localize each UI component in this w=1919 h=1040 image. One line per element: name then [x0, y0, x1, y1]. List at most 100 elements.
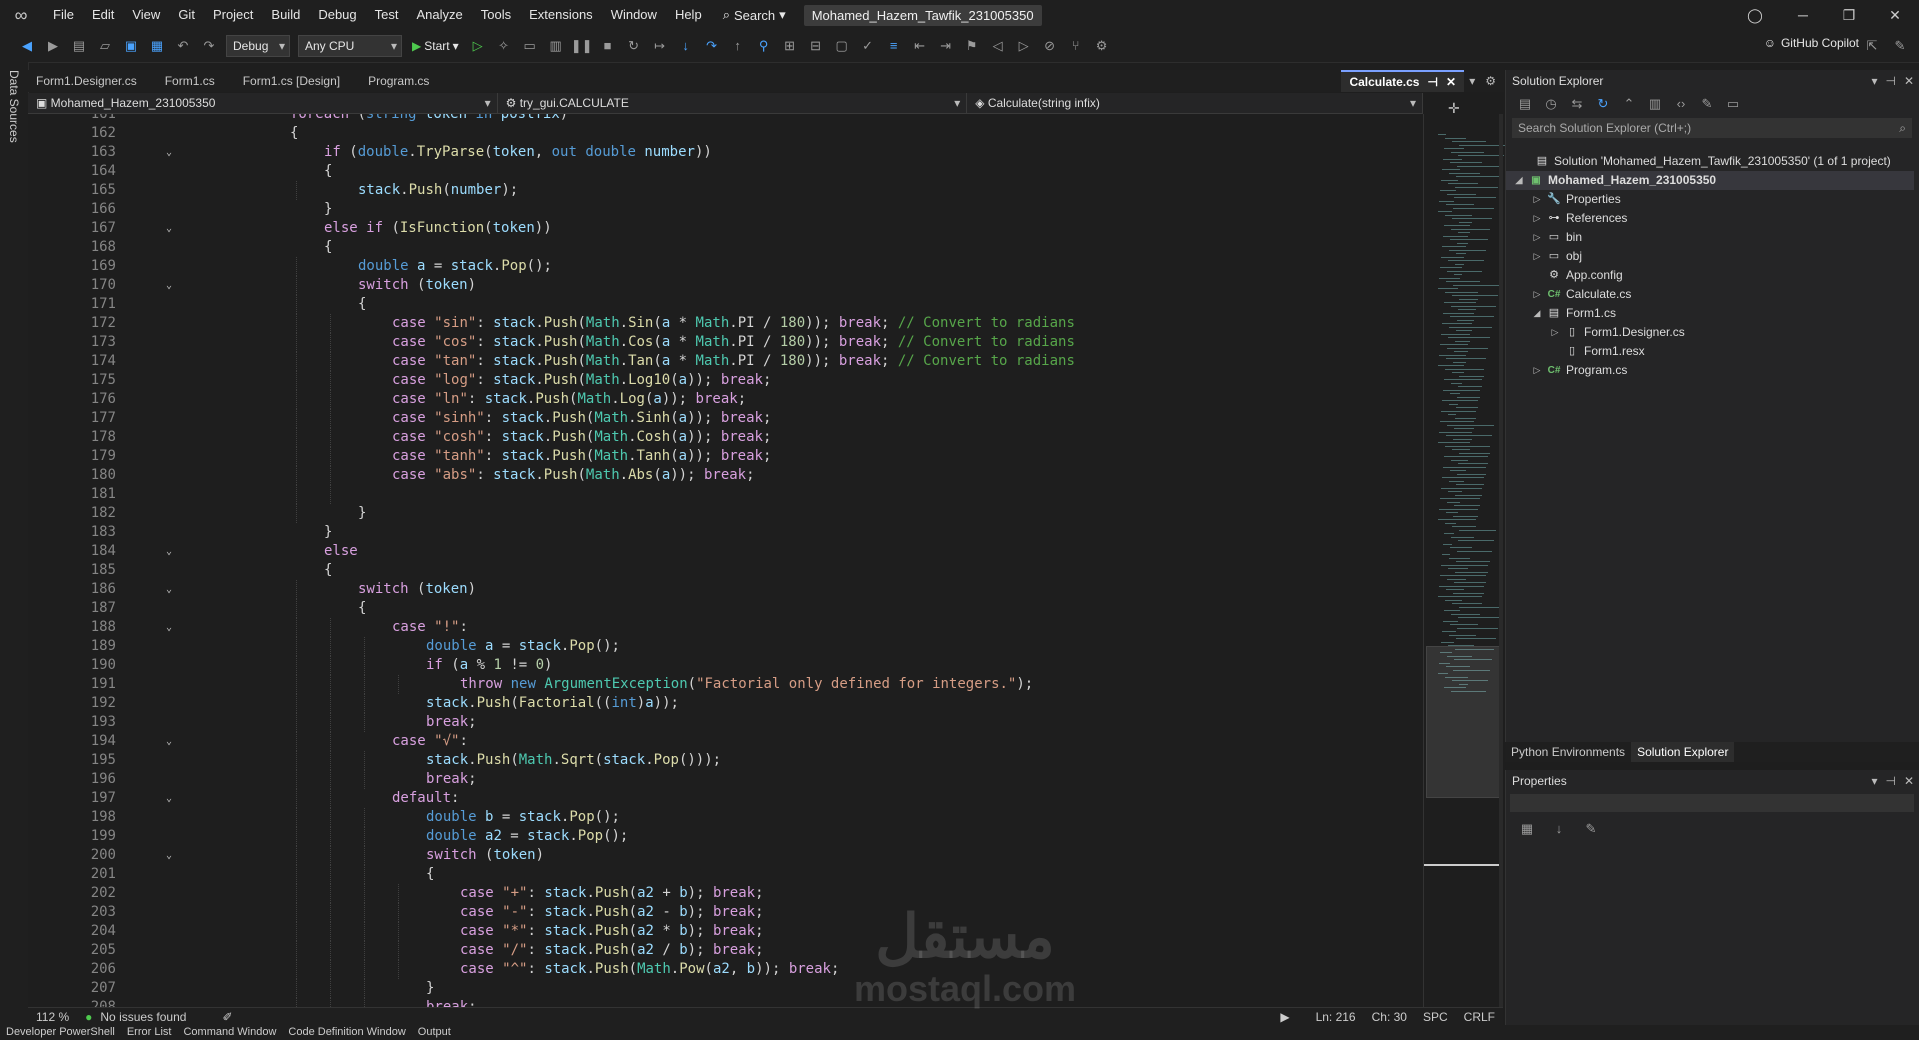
tree-item[interactable]: ▷ ▯ Form1.Designer.cs	[1550, 323, 1685, 342]
step-out-icon[interactable]: ↑	[727, 35, 749, 57]
pane-menu-icon[interactable]: ▾	[1871, 70, 1877, 92]
configuration-dropdown[interactable]: Debug	[226, 35, 290, 57]
whitespace-mode[interactable]: SPC	[1415, 1010, 1456, 1024]
share-icon[interactable]: ⇱	[1861, 35, 1883, 57]
minimap-scrollbar[interactable]: ✛	[1423, 100, 1506, 1007]
code-line[interactable]: 164 {	[28, 162, 1408, 181]
tab-settings-icon[interactable]: ⚙	[1485, 70, 1496, 92]
tree-item[interactable]: ▷ C# Calculate.cs	[1532, 285, 1632, 304]
tab-program-cs[interactable]: Program.cs	[360, 70, 449, 92]
menu-help[interactable]: Help	[666, 0, 711, 30]
tree-item[interactable]: ⚙ App.config	[1532, 266, 1623, 285]
code-line[interactable]: 183}	[28, 523, 1408, 542]
pane-menu-icon[interactable]: ▾	[1871, 770, 1877, 792]
tree-item[interactable]: ▤ Solution 'Mohamed_Hazem_Tawfik_23100535…	[1520, 152, 1891, 171]
scroll-right-icon[interactable]: ▶	[1272, 1010, 1297, 1024]
pause-icon[interactable]: ❚❚	[571, 35, 593, 57]
code-line[interactable]: 206 case "^": stack.Push(Math.Pow(a2, b))…	[28, 960, 1408, 979]
code-line[interactable]: 163 ⌄ if (double.TryParse(token, out doubl…	[28, 143, 1408, 162]
tree-item[interactable]: ◢ ▤ Form1.cs	[1532, 304, 1616, 323]
code-line[interactable]: 191 throw new ArgumentException("Factoria…	[28, 675, 1408, 694]
visual-studio-logo-icon[interactable]: ∞	[10, 4, 32, 26]
close-tab-icon[interactable]: ✕	[1446, 71, 1456, 93]
pane-tab-solution-explorer[interactable]: Solution Explorer	[1631, 742, 1735, 762]
code-line[interactable]: 193 break;	[28, 713, 1408, 732]
show-all-files-icon[interactable]: ▥	[1644, 93, 1666, 115]
minimap-viewport[interactable]	[1426, 646, 1500, 798]
code-line[interactable]: 204 case "*": stack.Push(a2 * b); break;	[28, 922, 1408, 941]
code-line[interactable]: 166}	[28, 200, 1408, 219]
code-editor[interactable]: 161 foreach (string token in postfix) 162 {…	[28, 114, 1423, 1007]
menu-tools[interactable]: Tools	[472, 0, 520, 30]
menu-debug[interactable]: Debug	[309, 0, 365, 30]
settings-icon[interactable]: ⚙	[1091, 35, 1113, 57]
alphabetical-icon[interactable]: ↓	[1548, 818, 1570, 840]
close-pane-icon[interactable]: ✕	[1904, 770, 1914, 792]
bottom-tab-error-list[interactable]: Error List	[121, 1025, 178, 1040]
tab-form1-cs[interactable]: Form1.cs	[157, 70, 235, 92]
diagnostics-icon[interactable]: ⚲	[753, 35, 775, 57]
code-line[interactable]: 182}	[28, 504, 1408, 523]
sync-icon[interactable]: ⇆	[1566, 93, 1588, 115]
redo-icon[interactable]: ↷	[198, 35, 220, 57]
bottom-tab-command-window[interactable]: Command Window	[177, 1025, 282, 1040]
tree-item[interactable]: ▷ ⊶ References	[1532, 209, 1628, 228]
code-line[interactable]: 180 case "abs": stack.Push(Math.Abs(a)); …	[28, 466, 1408, 485]
close-button[interactable]: ✕	[1872, 0, 1918, 30]
spell-check-icon[interactable]: ✓	[857, 35, 879, 57]
search-icon[interactable]: ⌕	[1899, 118, 1906, 138]
code-line[interactable]: 208 break;	[28, 998, 1408, 1007]
expand-toggle-icon[interactable]: ▷	[1532, 209, 1542, 228]
expand-toggle-icon[interactable]: ▷	[1532, 228, 1542, 247]
minimize-button[interactable]: ─	[1780, 0, 1826, 30]
pane-tab-python-environments[interactable]: Python Environments	[1505, 742, 1631, 762]
start-without-debugging-icon[interactable]: ▷	[467, 35, 489, 57]
fold-toggle-icon[interactable]: ⌄	[166, 580, 172, 599]
fold-toggle-icon[interactable]: ⌄	[166, 789, 172, 808]
code-line[interactable]: 171 {	[28, 295, 1408, 314]
categorized-icon[interactable]: ▦	[1516, 818, 1538, 840]
restore-button[interactable]: ❐	[1826, 0, 1872, 30]
tree-item[interactable]: ◢ ▣ Mohamed_Hazem_231005350	[1506, 171, 1914, 190]
fold-toggle-icon[interactable]: ⌄	[166, 846, 172, 865]
split-editor-icon[interactable]: ✛	[1448, 100, 1460, 117]
data-sources-tab[interactable]: Data Sources	[7, 70, 21, 143]
navigate-forward-icon[interactable]: ▶	[42, 35, 64, 57]
menu-build[interactable]: Build	[262, 0, 309, 30]
code-line[interactable]: 192 stack.Push(Factorial((int)a));	[28, 694, 1408, 713]
code-line[interactable]: 181	[28, 485, 1408, 504]
code-line[interactable]: 198 double b = stack.Pop();	[28, 808, 1408, 827]
refresh-icon[interactable]: ↻	[1592, 93, 1614, 115]
fold-toggle-icon[interactable]: ⌄	[166, 276, 172, 295]
expand-toggle-icon[interactable]: ▷	[1532, 361, 1542, 380]
vertical-scrollbar[interactable]	[1499, 114, 1503, 1007]
layout-icon[interactable]: ▥	[545, 35, 567, 57]
tab-calculate-cs[interactable]: Calculate.cs ⊣ ✕	[1341, 70, 1464, 92]
menu-window[interactable]: Window	[602, 0, 666, 30]
class-diagram-icon[interactable]: ⊞	[779, 35, 801, 57]
issues-status[interactable]: No issues found	[100, 1010, 194, 1024]
code-line[interactable]: 190 if (a % 1 != 0)	[28, 656, 1408, 675]
code-line[interactable]: 178 case "cosh": stack.Push(Math.Cosh(a))…	[28, 428, 1408, 447]
tree-item[interactable]: ▷ ▭ obj	[1532, 247, 1582, 266]
indent-icon[interactable]: ⇥	[935, 35, 957, 57]
code-line[interactable]: 173 case "cos": stack.Push(Math.Cos(a * M…	[28, 333, 1408, 352]
pending-changes-icon[interactable]: ◷	[1540, 93, 1562, 115]
code-line[interactable]: 202 case "+": stack.Push(a2 + b); break;	[28, 884, 1408, 903]
solution-search-input[interactable]: Search Solution Explorer (Ctrl+;) ⌕	[1512, 118, 1912, 138]
code-line[interactable]: 207}	[28, 979, 1408, 998]
pin-icon[interactable]: ⊣	[1885, 70, 1895, 92]
search-button[interactable]: ⌕ Search ▾	[711, 7, 798, 23]
tab-overflow-icon[interactable]: ▾	[1469, 70, 1475, 92]
code-line[interactable]: 189 double a = stack.Pop();	[28, 637, 1408, 656]
restart-icon[interactable]: ↻	[623, 35, 645, 57]
expand-toggle-icon[interactable]: ▷	[1532, 190, 1542, 209]
expand-toggle-icon[interactable]: ◢	[1532, 304, 1542, 323]
tab-form1-cs-design-[interactable]: Form1.cs [Design]	[235, 70, 360, 92]
tree-item[interactable]: ▷ C# Program.cs	[1532, 361, 1628, 380]
save-icon[interactable]: ▣	[120, 35, 142, 57]
github-copilot-button[interactable]: ☺ GitHub Copilot	[1764, 36, 1859, 50]
code-line[interactable]: 185 {	[28, 561, 1408, 580]
menu-view[interactable]: View	[123, 0, 169, 30]
next-bookmark-icon[interactable]: ▷	[1013, 35, 1035, 57]
